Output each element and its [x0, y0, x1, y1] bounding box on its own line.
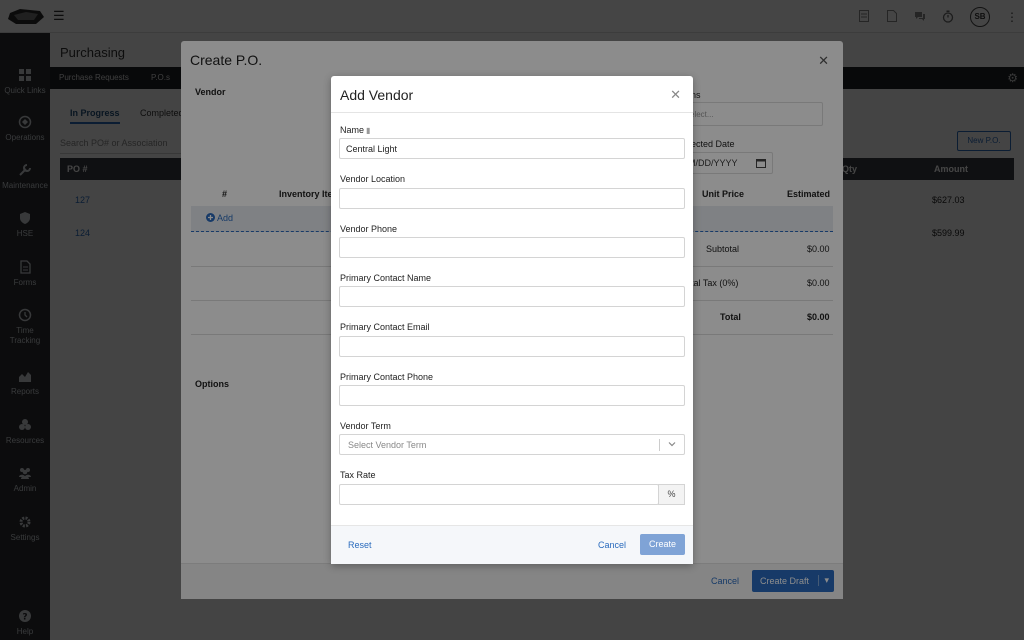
vendor-phone-input[interactable]: [339, 237, 685, 258]
add-vendor-title: Add Vendor: [340, 87, 414, 103]
add-vendor-header: Add Vendor ✕: [331, 76, 693, 113]
contact-phone-label: Primary Contact Phone: [340, 372, 434, 382]
contact-name-label: Primary Contact Name: [340, 273, 432, 283]
name-label: Name ▮: [340, 125, 371, 135]
contact-email-input[interactable]: [339, 336, 685, 357]
vendor-location-label: Vendor Location: [340, 174, 406, 184]
cancel-button[interactable]: Cancel: [598, 540, 626, 550]
divider: [659, 439, 660, 451]
tax-rate-label: Tax Rate: [340, 470, 376, 480]
close-icon[interactable]: ✕: [670, 87, 681, 103]
vendor-term-label: Vendor Term: [340, 421, 391, 431]
chevron-down-icon[interactable]: [667, 438, 677, 450]
vendor-phone-label: Vendor Phone: [340, 224, 398, 234]
contact-name-input[interactable]: [339, 286, 685, 307]
vendor-term-placeholder: Select Vendor Term: [348, 440, 427, 450]
vendor-location-input[interactable]: [339, 188, 685, 209]
tax-rate-input[interactable]: [339, 484, 659, 505]
create-button[interactable]: Create: [640, 534, 685, 555]
contact-phone-input[interactable]: [339, 385, 685, 406]
cursor-icon: ▮: [366, 126, 371, 135]
add-vendor-modal: Add Vendor ✕ Name▮ Vendor Location Vendo…: [331, 76, 693, 564]
add-vendor-footer: Reset Cancel Create: [331, 525, 693, 564]
reset-button[interactable]: Reset: [348, 540, 372, 550]
vendor-name-input[interactable]: [339, 138, 685, 159]
percent-suffix: %: [658, 484, 685, 505]
vendor-term-select[interactable]: Select Vendor Term: [339, 434, 685, 455]
contact-email-label: Primary Contact Email: [340, 322, 430, 332]
